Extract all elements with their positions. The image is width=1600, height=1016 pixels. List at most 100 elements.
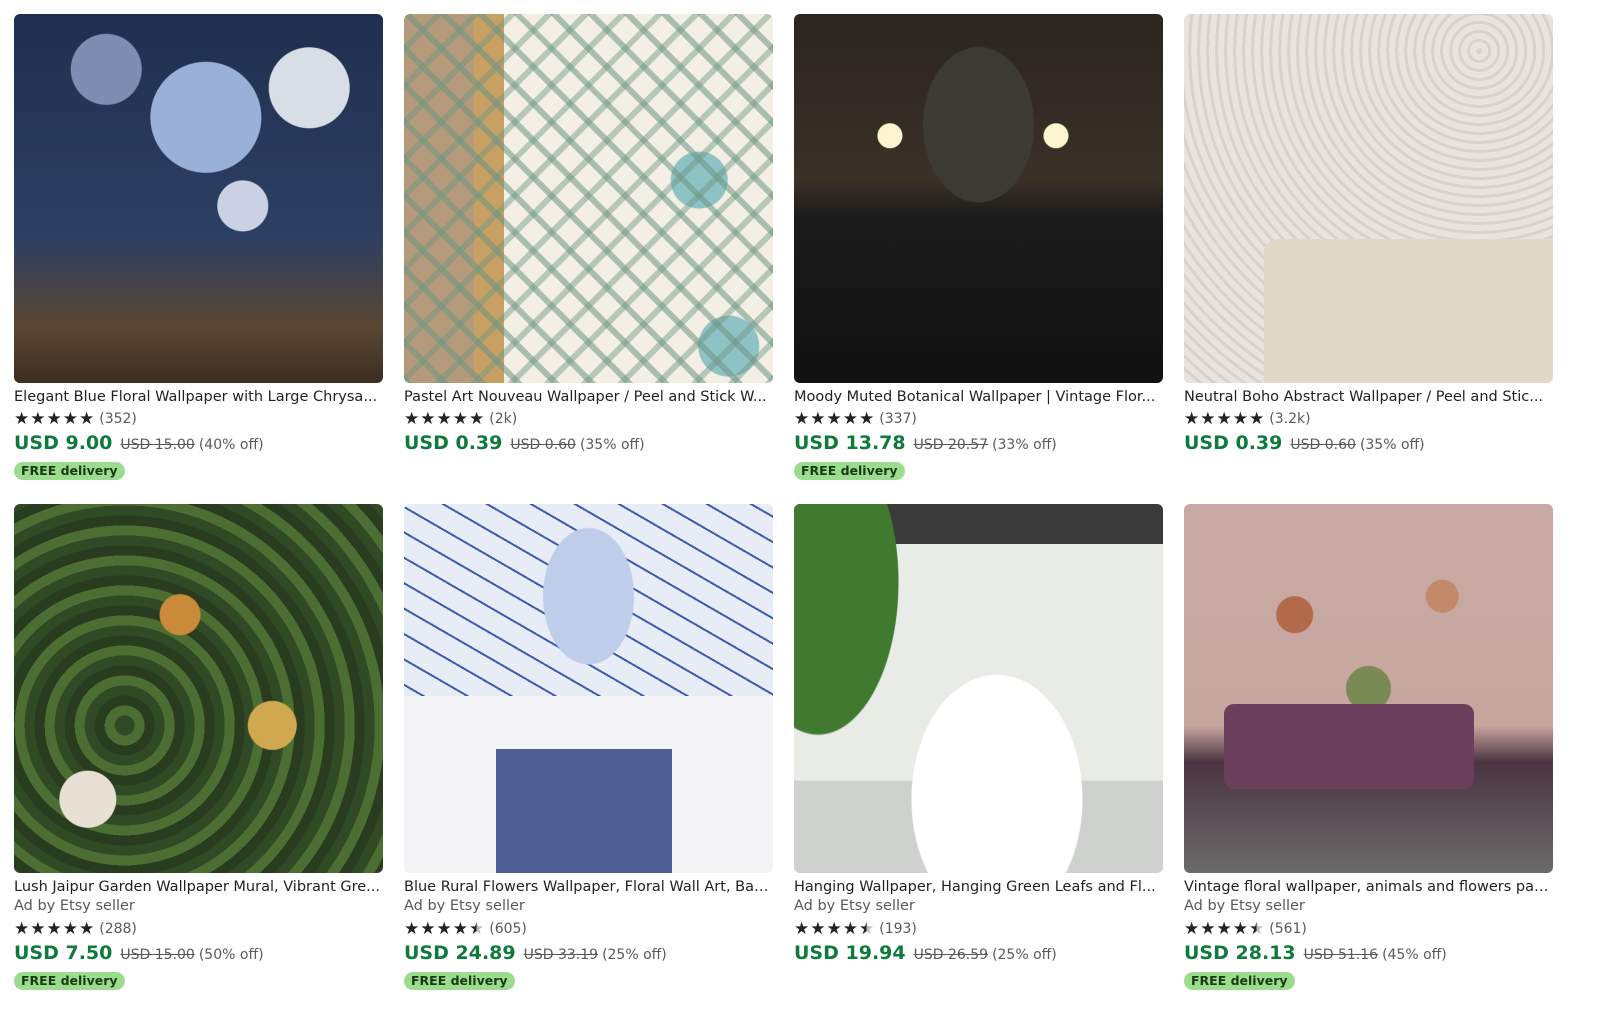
listing-title[interactable]: Blue Rural Flowers Wallpaper, Floral Wal… — [404, 878, 773, 896]
sale-price: USD 0.39 — [1184, 432, 1283, 454]
star-icon: ★ — [404, 408, 420, 429]
ad-seller-label: Ad by Etsy seller — [404, 898, 525, 914]
free-delivery-badge: FREE delivery — [1184, 972, 1295, 990]
listing-image[interactable] — [404, 504, 773, 873]
listing-image[interactable] — [1184, 504, 1553, 873]
original-price: USD 0.60 — [1290, 437, 1356, 453]
review-count: (2k) — [489, 411, 518, 427]
listing-title[interactable]: Moody Muted Botanical Wallpaper | Vintag… — [794, 388, 1163, 406]
star-icon: ★ — [1184, 918, 1200, 939]
star-icon: ★ — [1232, 918, 1248, 939]
listing-card[interactable]: Lush Jaipur Garden Wallpaper Mural, Vibr… — [14, 504, 383, 990]
star-icon: ★ — [1200, 408, 1216, 429]
star-icon: ★ — [1232, 408, 1248, 429]
listing-card[interactable]: Hanging Wallpaper, Hanging Green Leafs a… — [794, 504, 1163, 974]
star-icon: ★ — [62, 408, 78, 429]
free-delivery-badge: FREE delivery — [794, 462, 905, 480]
star-rating: ★ ★ ★ ★ ★ — [794, 918, 874, 939]
star-rating: ★ ★ ★ ★ ★ — [794, 408, 875, 429]
ad-seller-label: Ad by Etsy seller — [794, 898, 915, 914]
star-rating: ★ ★ ★ ★ ★ — [14, 918, 95, 939]
star-icon: ★ — [859, 408, 875, 429]
listing-image[interactable] — [14, 14, 383, 383]
review-count: (561) — [1269, 921, 1307, 937]
price-line: USD 9.00 USD 15.00 (40% off) — [14, 432, 383, 458]
star-icon: ★ — [436, 408, 452, 429]
original-price: USD 15.00 — [120, 947, 195, 963]
price-line: USD 24.89 USD 33.19 (25% off) — [404, 942, 773, 968]
original-price: USD 0.60 — [510, 437, 576, 453]
discount-percent: (33% off) — [992, 437, 1057, 453]
listing-card[interactable]: Moody Muted Botanical Wallpaper | Vintag… — [794, 14, 1163, 484]
price-line: USD 19.94 USD 26.59 (25% off) — [794, 942, 1163, 968]
sale-price: USD 9.00 — [14, 432, 113, 454]
rating: ★ ★ ★ ★ ★ (337) — [794, 408, 1163, 430]
price-line: USD 13.78 USD 20.57 (33% off) — [794, 432, 1163, 458]
star-icon: ★ — [1184, 408, 1200, 429]
star-icon: ★ — [404, 918, 420, 939]
price-line: USD 0.39 USD 0.60 (35% off) — [1184, 432, 1553, 458]
star-icon: ★ — [794, 408, 810, 429]
rating: ★ ★ ★ ★ ★ (352) — [14, 408, 383, 430]
star-icon: ★ — [46, 408, 62, 429]
star-icon: ★ — [79, 918, 95, 939]
review-count: (352) — [99, 411, 137, 427]
review-count: (605) — [489, 921, 527, 937]
listing-image[interactable] — [14, 504, 383, 873]
listing-title[interactable]: Lush Jaipur Garden Wallpaper Mural, Vibr… — [14, 878, 383, 896]
listing-title[interactable]: Vintage floral wallpaper, animals and fl… — [1184, 878, 1553, 896]
star-icon: ★ — [1216, 408, 1232, 429]
discount-percent: (25% off) — [992, 947, 1057, 963]
star-icon: ★ — [420, 408, 436, 429]
sale-price: USD 19.94 — [794, 942, 906, 964]
listing-image[interactable] — [794, 14, 1163, 383]
rating: ★ ★ ★ ★ ★ (193) — [794, 918, 1163, 940]
rating: ★ ★ ★ ★ ★ (561) — [1184, 918, 1553, 940]
discount-percent: (25% off) — [602, 947, 667, 963]
discount-percent: (35% off) — [579, 437, 645, 453]
star-rating: ★ ★ ★ ★ ★ — [404, 918, 484, 939]
discount-percent: (35% off) — [1359, 437, 1425, 453]
listing-image[interactable] — [1184, 14, 1553, 383]
rating: ★ ★ ★ ★ ★ (2k) — [404, 408, 773, 430]
sale-price: USD 7.50 — [14, 942, 113, 964]
rating: ★ ★ ★ ★ ★ (288) — [14, 918, 383, 940]
listing-image[interactable] — [404, 14, 773, 383]
star-icon: ★ — [826, 408, 842, 429]
star-icon: ★ — [14, 918, 30, 939]
star-icon: ★ — [810, 918, 826, 939]
star-rating: ★ ★ ★ ★ ★ — [1184, 918, 1265, 939]
price-line: USD 7.50 USD 15.00 (50% off) — [14, 942, 383, 968]
listing-title[interactable]: Pastel Art Nouveau Wallpaper / Peel and … — [404, 388, 773, 406]
listing-title[interactable]: Neutral Boho Abstract Wallpaper / Peel a… — [1184, 388, 1553, 406]
original-price: USD 15.00 — [120, 437, 195, 453]
star-icon: ★ — [452, 918, 468, 939]
rating: ★ ★ ★ ★ ★ (3.2k) — [1184, 408, 1553, 430]
listing-title[interactable]: Hanging Wallpaper, Hanging Green Leafs a… — [794, 878, 1163, 896]
original-price: USD 33.19 — [523, 947, 599, 963]
star-icon: ★ — [810, 408, 826, 429]
listing-image[interactable] — [794, 504, 1163, 873]
listing-title[interactable]: Elegant Blue Floral Wallpaper with Large… — [14, 388, 383, 406]
listing-card[interactable]: Neutral Boho Abstract Wallpaper / Peel a… — [1184, 14, 1553, 484]
review-count: (337) — [879, 411, 917, 427]
star-icon: ★ — [1216, 918, 1232, 939]
star-rating: ★ ★ ★ ★ ★ — [1184, 408, 1264, 429]
discount-percent: (40% off) — [198, 437, 264, 453]
sale-price: USD 0.39 — [404, 432, 503, 454]
listing-card[interactable]: Vintage floral wallpaper, animals and fl… — [1184, 504, 1553, 990]
sale-price: USD 13.78 — [794, 432, 906, 454]
listing-card[interactable]: Blue Rural Flowers Wallpaper, Floral Wal… — [404, 504, 773, 990]
original-price: USD 51.16 — [1303, 947, 1379, 963]
ad-seller-label: Ad by Etsy seller — [1184, 898, 1305, 914]
half-star-icon: ★ — [1249, 918, 1265, 939]
original-price: USD 20.57 — [913, 437, 989, 453]
listing-card[interactable]: Elegant Blue Floral Wallpaper with Large… — [14, 14, 383, 484]
listing-card[interactable]: Pastel Art Nouveau Wallpaper / Peel and … — [404, 14, 773, 484]
review-count: (193) — [879, 921, 917, 937]
star-icon: ★ — [79, 408, 95, 429]
review-count: (3.2k) — [1269, 411, 1311, 427]
star-icon: ★ — [62, 918, 78, 939]
star-icon: ★ — [420, 918, 436, 939]
star-icon: ★ — [30, 918, 46, 939]
